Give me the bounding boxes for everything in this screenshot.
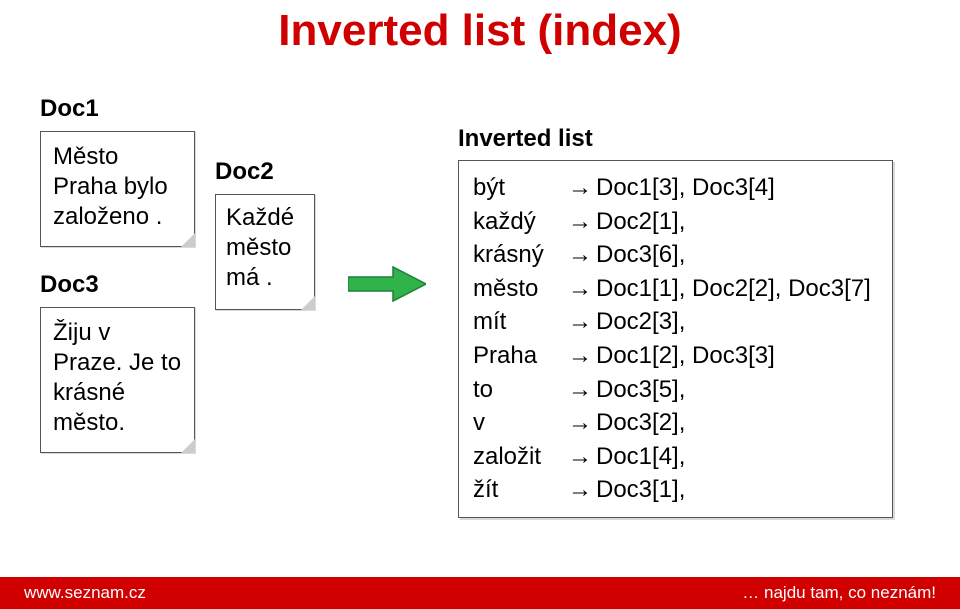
inverted-row: to→Doc3[5],: [473, 373, 878, 407]
footer-slogan: … najdu tam, co neznám!: [742, 583, 936, 603]
left-docs-column: Doc1 Město Praha bylo založeno . Doc3 Ži…: [40, 95, 195, 477]
inverted-postings: Doc1[2], Doc3[3]: [596, 339, 878, 373]
inverted-row: mít→Doc2[3],: [473, 305, 878, 339]
arrow-right-icon: →: [568, 440, 596, 474]
inverted-postings: Doc2[3],: [596, 305, 878, 339]
inverted-term: to: [473, 373, 568, 407]
inverted-term: být: [473, 171, 568, 205]
inverted-row: město→Doc1[1], Doc2[2], Doc3[7]: [473, 272, 878, 306]
doc3-box: Žiju v Praze. Je to krásné město.: [40, 307, 195, 453]
inverted-postings: Doc1[4],: [596, 440, 878, 474]
doc2-label: Doc2: [215, 158, 335, 186]
inverted-postings: Doc3[6],: [596, 238, 878, 272]
footer-bar: www.seznam.cz … najdu tam, co neznám!: [0, 577, 960, 609]
arrow-icon: [348, 265, 426, 303]
inverted-list-box: být→Doc1[3], Doc3[4]každý→Doc2[1],krásný…: [458, 160, 893, 518]
arrow-right-icon: →: [568, 473, 596, 507]
arrow-right-icon: →: [568, 305, 596, 339]
arrow-right-icon: →: [568, 339, 596, 373]
doc1-text: Město Praha bylo založeno .: [53, 142, 182, 232]
arrow-right-icon: →: [568, 406, 596, 440]
footer-url: www.seznam.cz: [24, 583, 146, 603]
doc2-text: Každé město má .: [226, 203, 304, 293]
inverted-term: každý: [473, 205, 568, 239]
inverted-row: žít→Doc3[1],: [473, 473, 878, 507]
inverted-postings: Doc3[5],: [596, 373, 878, 407]
inverted-term: město: [473, 272, 568, 306]
inverted-row: krásný→Doc3[6],: [473, 238, 878, 272]
inverted-term: Praha: [473, 339, 568, 373]
inverted-row: Praha→Doc1[2], Doc3[3]: [473, 339, 878, 373]
arrow-right-icon: →: [568, 238, 596, 272]
doc1-box: Město Praha bylo založeno .: [40, 131, 195, 247]
arrow-right-icon: →: [568, 171, 596, 205]
inverted-row: v→Doc3[2],: [473, 406, 878, 440]
inverted-postings: Doc1[1], Doc2[2], Doc3[7]: [596, 272, 878, 306]
inverted-term: žít: [473, 473, 568, 507]
inverted-postings: Doc1[3], Doc3[4]: [596, 171, 878, 205]
inverted-term: založit: [473, 440, 568, 474]
doc3-label: Doc3: [40, 271, 195, 299]
arrow-right-icon: →: [568, 205, 596, 239]
inverted-row: každý→Doc2[1],: [473, 205, 878, 239]
doc1-label: Doc1: [40, 95, 195, 123]
inverted-term: v: [473, 406, 568, 440]
doc3-text: Žiju v Praze. Je to krásné město.: [53, 318, 182, 438]
mid-doc-column: Doc2 Každé město má .: [215, 158, 335, 334]
inverted-row: být→Doc1[3], Doc3[4]: [473, 171, 878, 205]
inverted-postings: Doc2[1],: [596, 205, 878, 239]
inverted-row: založit→Doc1[4],: [473, 440, 878, 474]
inverted-postings: Doc3[1],: [596, 473, 878, 507]
doc2-box: Každé město má .: [215, 194, 315, 310]
inverted-list-label: Inverted list: [458, 125, 593, 153]
slide-title: Inverted list (index): [0, 6, 960, 56]
inverted-term: mít: [473, 305, 568, 339]
arrow-right-icon: →: [568, 373, 596, 407]
inverted-postings: Doc3[2],: [596, 406, 878, 440]
inverted-term: krásný: [473, 238, 568, 272]
arrow-right-icon: →: [568, 272, 596, 306]
